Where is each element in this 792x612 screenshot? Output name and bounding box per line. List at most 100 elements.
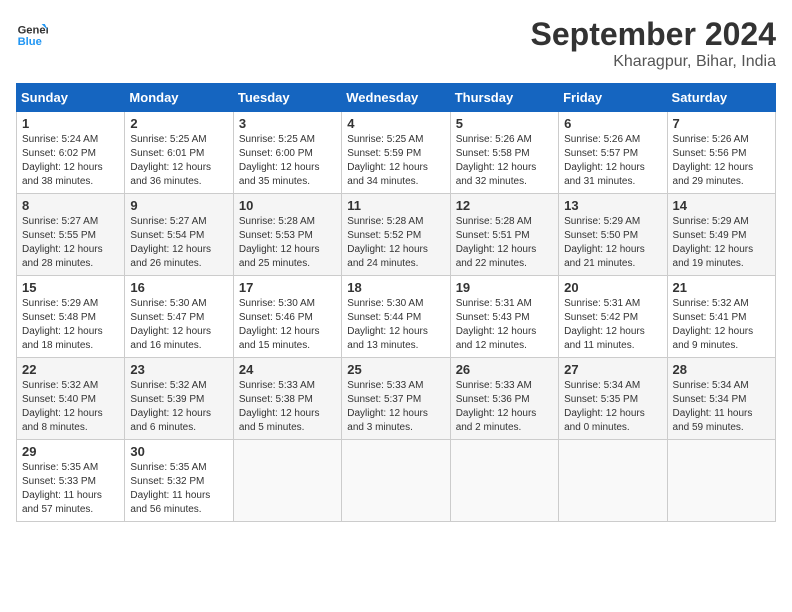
calendar-cell: 11 Sunrise: 5:28 AM Sunset: 5:52 PM Dayli… — [342, 194, 450, 276]
calendar-cell: 18 Sunrise: 5:30 AM Sunset: 5:44 PM Dayli… — [342, 276, 450, 358]
day-number: 12 — [456, 198, 553, 213]
calendar-week-row: 22 Sunrise: 5:32 AM Sunset: 5:40 PM Dayli… — [17, 358, 776, 440]
calendar-cell — [233, 440, 341, 522]
calendar-cell: 28Sunrise: 5:34 AM Sunset: 5:34 PM Dayli… — [667, 358, 775, 440]
calendar-cell: 16Sunrise: 5:30 AM Sunset: 5:47 PM Dayli… — [125, 276, 233, 358]
day-info: Sunrise: 5:26 AM Sunset: 5:58 PM Dayligh… — [456, 133, 553, 189]
day-info: Sunrise: 5:28 AM Sunset: 5:51 PM Dayligh… — [456, 215, 553, 271]
day-info: Sunrise: 5:24 AM Sunset: 6:02 PM Dayligh… — [22, 133, 119, 189]
day-number: 25 — [347, 362, 444, 377]
day-info: Sunrise: 5:27 AM Sunset: 5:54 PM Dayligh… — [130, 215, 227, 271]
calendar-cell: 13Sunrise: 5:29 AM Sunset: 5:50 PM Dayli… — [559, 194, 667, 276]
day-number: 10 — [239, 198, 336, 213]
calendar-cell: 4 Sunrise: 5:25 AM Sunset: 5:59 PM Daylig… — [342, 112, 450, 194]
calendar-cell: 9 Sunrise: 5:27 AM Sunset: 5:54 PM Daylig… — [125, 194, 233, 276]
weekday-header: Tuesday — [233, 84, 341, 112]
calendar-cell: 27Sunrise: 5:34 AM Sunset: 5:35 PM Dayli… — [559, 358, 667, 440]
weekday-header: Wednesday — [342, 84, 450, 112]
day-info: Sunrise: 5:32 AM Sunset: 5:39 PM Dayligh… — [130, 379, 227, 435]
logo: General Blue — [16, 16, 48, 48]
day-info: Sunrise: 5:33 AM Sunset: 5:37 PM Dayligh… — [347, 379, 444, 435]
day-number: 18 — [347, 280, 444, 295]
day-info: Sunrise: 5:35 AM Sunset: 5:32 PM Dayligh… — [130, 461, 227, 517]
day-info: Sunrise: 5:30 AM Sunset: 5:44 PM Dayligh… — [347, 297, 444, 353]
calendar-cell: 10 Sunrise: 5:28 AM Sunset: 5:53 PM Dayli… — [233, 194, 341, 276]
day-info: Sunrise: 5:26 AM Sunset: 5:57 PM Dayligh… — [564, 133, 661, 189]
day-number: 3 — [239, 116, 336, 131]
day-info: Sunrise: 5:31 AM Sunset: 5:42 PM Dayligh… — [564, 297, 661, 353]
calendar-cell: 5 Sunrise: 5:26 AM Sunset: 5:58 PM Daylig… — [450, 112, 558, 194]
day-number: 14 — [673, 198, 770, 213]
day-number: 21 — [673, 280, 770, 295]
calendar-week-row: 8Sunrise: 5:27 AM Sunset: 5:55 PM Daylig… — [17, 194, 776, 276]
calendar-week-row: 29 Sunrise: 5:35 AM Sunset: 5:33 PM Dayli… — [17, 440, 776, 522]
day-number: 23 — [130, 362, 227, 377]
weekday-header: Saturday — [667, 84, 775, 112]
calendar-cell: 29 Sunrise: 5:35 AM Sunset: 5:33 PM Dayli… — [17, 440, 125, 522]
day-number: 6 — [564, 116, 661, 131]
day-number: 4 — [347, 116, 444, 131]
day-number: 7 — [673, 116, 770, 131]
day-info: Sunrise: 5:33 AM Sunset: 5:38 PM Dayligh… — [239, 379, 336, 435]
day-info: Sunrise: 5:26 AM Sunset: 5:56 PM Dayligh… — [673, 133, 770, 189]
day-info: Sunrise: 5:25 AM Sunset: 5:59 PM Dayligh… — [347, 133, 444, 189]
calendar-table: SundayMondayTuesdayWednesdayThursdayFrid… — [16, 83, 776, 522]
day-info: Sunrise: 5:31 AM Sunset: 5:43 PM Dayligh… — [456, 297, 553, 353]
calendar-cell: 26 Sunrise: 5:33 AM Sunset: 5:36 PM Dayli… — [450, 358, 558, 440]
day-info: Sunrise: 5:25 AM Sunset: 6:00 PM Dayligh… — [239, 133, 336, 189]
day-number: 26 — [456, 362, 553, 377]
day-number: 22 — [22, 362, 119, 377]
page-header: General Blue September 2024 Kharagpur, B… — [16, 16, 776, 71]
logo-icon: General Blue — [16, 16, 48, 48]
location: Kharagpur, Bihar, India — [531, 53, 776, 71]
day-info: Sunrise: 5:30 AM Sunset: 5:46 PM Dayligh… — [239, 297, 336, 353]
calendar-cell — [450, 440, 558, 522]
calendar-cell: 20Sunrise: 5:31 AM Sunset: 5:42 PM Dayli… — [559, 276, 667, 358]
day-info: Sunrise: 5:29 AM Sunset: 5:49 PM Dayligh… — [673, 215, 770, 271]
calendar-cell: 15 Sunrise: 5:29 AM Sunset: 5:48 PM Dayli… — [17, 276, 125, 358]
day-number: 5 — [456, 116, 553, 131]
day-info: Sunrise: 5:28 AM Sunset: 5:53 PM Dayligh… — [239, 215, 336, 271]
day-number: 15 — [22, 280, 119, 295]
day-info: Sunrise: 5:29 AM Sunset: 5:48 PM Dayligh… — [22, 297, 119, 353]
weekday-header: Sunday — [17, 84, 125, 112]
day-info: Sunrise: 5:34 AM Sunset: 5:34 PM Dayligh… — [673, 379, 770, 435]
day-info: Sunrise: 5:32 AM Sunset: 5:41 PM Dayligh… — [673, 297, 770, 353]
day-number: 9 — [130, 198, 227, 213]
calendar-cell: 22 Sunrise: 5:32 AM Sunset: 5:40 PM Dayli… — [17, 358, 125, 440]
calendar-cell: 2 Sunrise: 5:25 AM Sunset: 6:01 PM Daylig… — [125, 112, 233, 194]
calendar-cell: 19 Sunrise: 5:31 AM Sunset: 5:43 PM Dayli… — [450, 276, 558, 358]
svg-text:Blue: Blue — [18, 36, 42, 48]
day-info: Sunrise: 5:25 AM Sunset: 6:01 PM Dayligh… — [130, 133, 227, 189]
calendar-cell: 23 Sunrise: 5:32 AM Sunset: 5:39 PM Dayli… — [125, 358, 233, 440]
day-info: Sunrise: 5:32 AM Sunset: 5:40 PM Dayligh… — [22, 379, 119, 435]
calendar-week-row: 15 Sunrise: 5:29 AM Sunset: 5:48 PM Dayli… — [17, 276, 776, 358]
calendar-cell: 17 Sunrise: 5:30 AM Sunset: 5:46 PM Dayli… — [233, 276, 341, 358]
day-number: 17 — [239, 280, 336, 295]
day-number: 29 — [22, 444, 119, 459]
title-block: September 2024 Kharagpur, Bihar, India — [531, 16, 776, 71]
day-info: Sunrise: 5:34 AM Sunset: 5:35 PM Dayligh… — [564, 379, 661, 435]
day-info: Sunrise: 5:28 AM Sunset: 5:52 PM Dayligh… — [347, 215, 444, 271]
calendar-cell: 14 Sunrise: 5:29 AM Sunset: 5:49 PM Dayli… — [667, 194, 775, 276]
day-number: 11 — [347, 198, 444, 213]
calendar-cell: 30Sunrise: 5:35 AM Sunset: 5:32 PM Dayli… — [125, 440, 233, 522]
day-info: Sunrise: 5:35 AM Sunset: 5:33 PM Dayligh… — [22, 461, 119, 517]
svg-text:General: General — [18, 25, 48, 37]
calendar-week-row: 1Sunrise: 5:24 AM Sunset: 6:02 PM Daylig… — [17, 112, 776, 194]
calendar-cell — [667, 440, 775, 522]
weekday-header: Friday — [559, 84, 667, 112]
day-number: 24 — [239, 362, 336, 377]
calendar-cell: 7 Sunrise: 5:26 AM Sunset: 5:56 PM Daylig… — [667, 112, 775, 194]
calendar-cell: 1Sunrise: 5:24 AM Sunset: 6:02 PM Daylig… — [17, 112, 125, 194]
day-number: 2 — [130, 116, 227, 131]
day-info: Sunrise: 5:29 AM Sunset: 5:50 PM Dayligh… — [564, 215, 661, 271]
day-info: Sunrise: 5:33 AM Sunset: 5:36 PM Dayligh… — [456, 379, 553, 435]
calendar-cell — [559, 440, 667, 522]
day-number: 8 — [22, 198, 119, 213]
day-number: 19 — [456, 280, 553, 295]
day-info: Sunrise: 5:30 AM Sunset: 5:47 PM Dayligh… — [130, 297, 227, 353]
calendar-cell: 6 Sunrise: 5:26 AM Sunset: 5:57 PM Daylig… — [559, 112, 667, 194]
month-title: September 2024 — [531, 16, 776, 53]
weekday-header: Monday — [125, 84, 233, 112]
